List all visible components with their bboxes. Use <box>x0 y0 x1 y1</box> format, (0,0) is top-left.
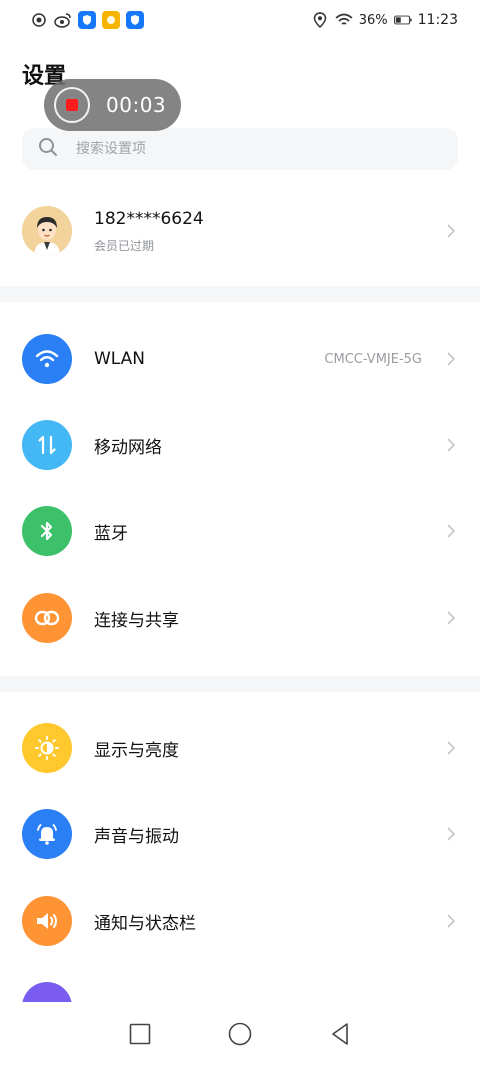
location-icon <box>311 11 329 29</box>
settings-item-bluetooth[interactable]: 蓝牙 <box>0 488 480 574</box>
back-button[interactable] <box>320 1014 360 1054</box>
settings-item-label: 蓝牙 <box>94 523 128 544</box>
wifi-icon <box>22 334 72 384</box>
settings-item-display-brightness[interactable]: 显示与亮度 <box>0 705 480 791</box>
chevron-right-icon <box>444 827 458 841</box>
account-row[interactable]: 182****6624 会员已过期 <box>0 190 480 272</box>
settings-item-label: 移动网络 <box>94 437 162 458</box>
settings-item-notification-statusbar[interactable]: 通知与状态栏 <box>0 878 480 964</box>
chevron-right-icon <box>444 438 458 452</box>
settings-item-label: 声音与振动 <box>94 826 179 847</box>
settings-item-connection-sharing[interactable]: 连接与共享 <box>0 575 480 661</box>
settings-item-label: WLAN <box>94 349 146 369</box>
section-divider <box>0 286 480 302</box>
recording-timer: 00:03 <box>106 93 167 117</box>
notes-app-icon <box>102 11 120 29</box>
section-divider <box>0 676 480 692</box>
home-button[interactable] <box>220 1014 260 1054</box>
search-input[interactable] <box>76 141 396 157</box>
chevron-right-icon <box>444 611 458 625</box>
security-app-icon <box>78 11 96 29</box>
bluetooth-icon <box>22 506 72 556</box>
settings-item-sound-vibration[interactable]: 声音与振动 <box>0 791 480 877</box>
settings-item-label: 显示与亮度 <box>94 740 179 761</box>
link-icon <box>22 593 72 643</box>
avatar <box>22 206 72 256</box>
clock: 11:23 <box>417 12 458 28</box>
battery-percent: 36% <box>358 12 388 28</box>
wlan-network-name: CMCC-VMJE-5G <box>324 351 422 367</box>
status-bar-left <box>30 11 144 29</box>
account-status: 会员已过期 <box>94 238 155 253</box>
wifi-status-icon <box>335 11 353 29</box>
battery-icon <box>393 11 412 29</box>
settings-item-mobile-network[interactable]: 移动网络 <box>0 402 480 488</box>
search-icon <box>38 137 58 161</box>
settings-item-label: 通知与状态栏 <box>94 913 196 934</box>
account-phone: 182****6624 <box>94 208 204 229</box>
system-navigation-bar <box>0 1002 480 1066</box>
weibo-icon <box>54 11 72 29</box>
recent-apps-button[interactable] <box>120 1014 160 1054</box>
chevron-right-icon <box>444 741 458 755</box>
chevron-right-icon <box>444 524 458 538</box>
settings-item-label: 连接与共享 <box>94 610 179 631</box>
account-text: 182****6624 会员已过期 <box>94 209 444 254</box>
shield-app-icon <box>126 11 144 29</box>
chevron-right-icon <box>444 914 458 928</box>
status-bar: 36% 11:23 <box>0 0 480 40</box>
stop-icon <box>66 99 78 111</box>
chevron-right-icon <box>444 224 458 238</box>
mobile-data-icon <box>22 420 72 470</box>
search-bar[interactable] <box>22 128 458 170</box>
screen-recording-pill[interactable]: 00:03 <box>44 79 181 131</box>
speaker-icon <box>22 896 72 946</box>
status-bar-right: 36% 11:23 <box>311 11 458 29</box>
brightness-icon <box>22 723 72 773</box>
chevron-right-icon <box>444 352 458 366</box>
settings-item-wlan[interactable]: WLAN CMCC-VMJE-5G <box>0 316 480 402</box>
screen-record-status-icon <box>30 11 48 29</box>
bell-icon <box>22 809 72 859</box>
stop-recording-button[interactable] <box>54 87 90 123</box>
